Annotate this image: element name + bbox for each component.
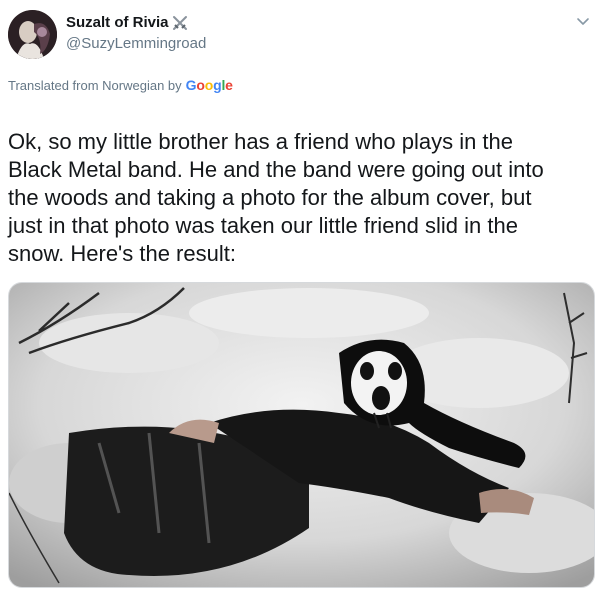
tweet-line: snow. Here's the result: [8, 241, 236, 266]
tweet-photo[interactable] [8, 282, 595, 588]
snow-photo-image [9, 283, 594, 587]
avatar-photo [8, 10, 57, 59]
google-logo-letter: G [185, 77, 197, 93]
author-name-row[interactable]: Suzalt of Rivia [66, 14, 189, 32]
google-logo-letter: o [196, 77, 205, 93]
translation-notice: Translated from Norwegian by Google [8, 77, 233, 94]
chevron-down-icon[interactable] [574, 12, 592, 30]
google-logo: Google [186, 77, 233, 93]
display-name[interactable]: Suzalt of Rivia [66, 14, 169, 32]
google-logo-letter: e [225, 77, 233, 93]
crossed-swords-icon [172, 16, 187, 30]
tweet-line: Ok, so my little brother has a friend wh… [8, 129, 514, 154]
avatar[interactable] [8, 10, 57, 59]
tweet-text: Ok, so my little brother has a friend wh… [8, 100, 596, 268]
tweet-card: Suzalt of Rivia @SuzyLemmingroad Transla… [0, 0, 600, 600]
tweet-line: just in that photo was taken our little … [8, 213, 518, 238]
author-handle[interactable]: @SuzyLemmingroad [66, 35, 206, 53]
translation-label: Translated from Norwegian by [8, 78, 182, 93]
google-logo-letter: o [204, 77, 214, 93]
tweet-line: Black Metal band. He and the band were g… [8, 157, 544, 182]
tweet-line: the woods and taking a photo for the alb… [8, 185, 532, 210]
